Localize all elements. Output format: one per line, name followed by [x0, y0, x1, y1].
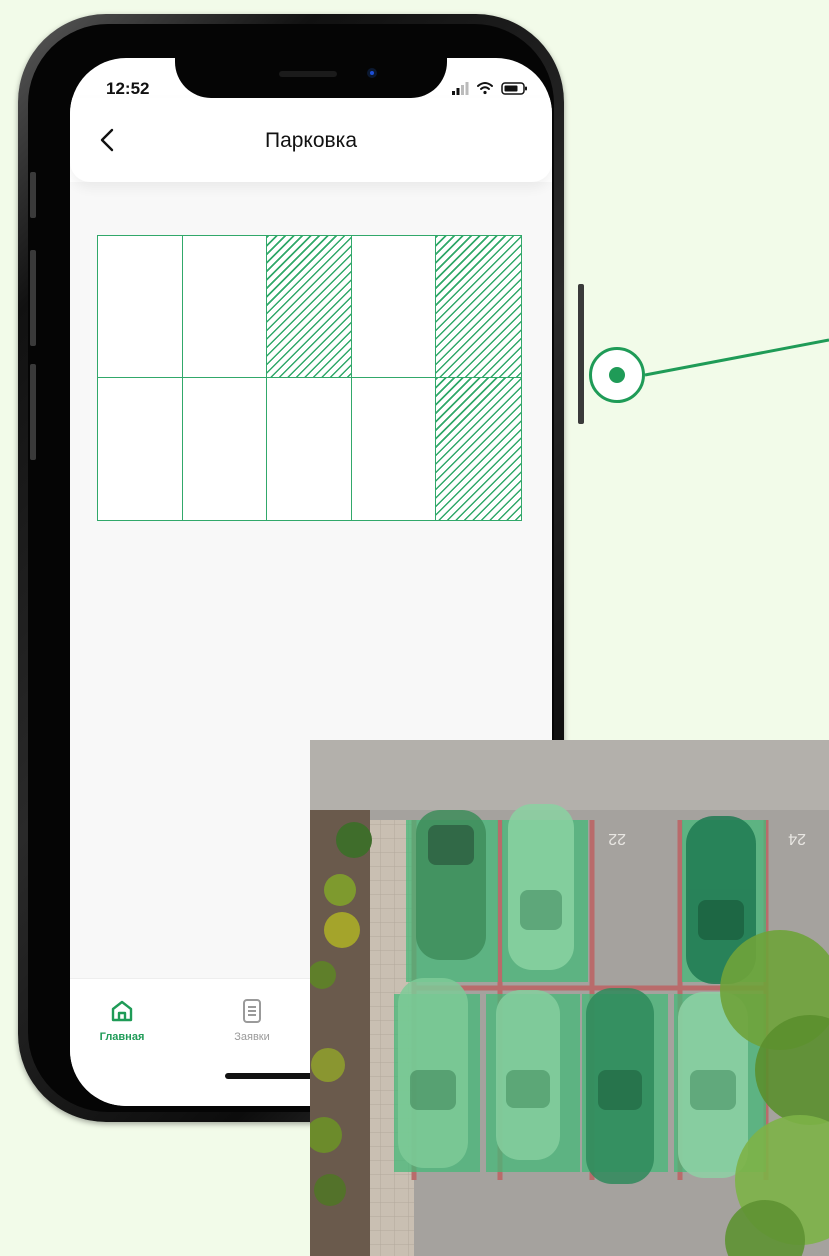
volume-up-button	[30, 250, 36, 346]
status-time: 12:52	[106, 79, 150, 98]
front-camera	[367, 68, 377, 78]
parking-space-free[interactable]	[98, 378, 183, 520]
home-icon	[111, 1000, 133, 1022]
space-label-22: 22	[608, 830, 626, 847]
parking-space-free[interactable]	[351, 378, 437, 520]
tab-home-label: Главная	[99, 1031, 145, 1043]
parking-space-occupied[interactable]	[436, 236, 521, 378]
aerial-parking-photo: 22 24	[310, 740, 829, 1256]
parking-space-free[interactable]	[98, 236, 183, 378]
callout-marker	[589, 347, 645, 403]
list-icon	[243, 999, 261, 1023]
tab-requests-label: Заявки	[234, 1031, 270, 1043]
parking-space-occupied[interactable]	[267, 236, 352, 378]
space-label-24: 24	[788, 830, 806, 847]
status-icons	[452, 82, 527, 95]
page-title: Парковка	[264, 129, 358, 152]
app-header: Парковка	[70, 98, 552, 182]
silent-switch	[30, 172, 36, 218]
speaker-grille	[279, 71, 337, 77]
battery-icon	[501, 82, 527, 95]
tab-home[interactable]: Главная	[86, 997, 158, 1067]
parking-space-free[interactable]	[182, 378, 268, 520]
parking-space-free[interactable]	[182, 236, 268, 378]
parking-photo-illustration: 22 24	[310, 740, 829, 1256]
notch	[175, 58, 447, 98]
volume-down-button	[30, 364, 36, 460]
parking-space-occupied[interactable]	[436, 378, 521, 520]
wifi-icon	[477, 82, 493, 95]
tab-requests[interactable]: Заявки	[216, 997, 288, 1067]
parking-space-free[interactable]	[351, 236, 437, 378]
signal-icon	[452, 82, 469, 95]
parking-grid	[97, 235, 522, 521]
parking-space-free[interactable]	[267, 378, 352, 520]
power-button	[578, 284, 584, 424]
